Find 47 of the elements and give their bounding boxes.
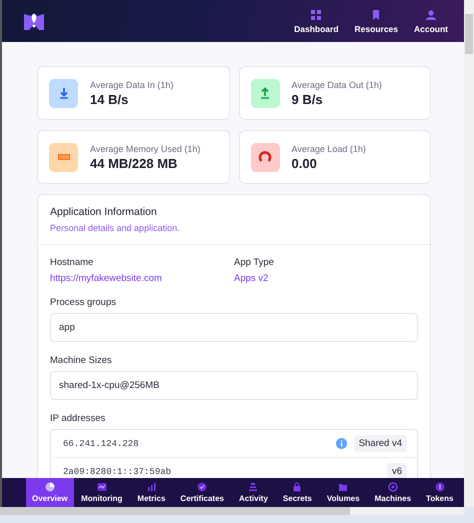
logo-icon (22, 11, 46, 31)
field-label: App Type (234, 257, 275, 268)
nav-link[interactable]: Account (414, 8, 448, 34)
chart-icon (96, 482, 107, 492)
stat-label: Average Memory Used (1h) (90, 144, 200, 154)
nav-tab[interactable]: Volumes (319, 478, 368, 507)
stat-value: 0.00 (292, 156, 318, 170)
lock-icon (292, 482, 302, 492)
stat-value: 44 MB/228 MB (90, 156, 178, 170)
field-label: IP addresses (50, 413, 106, 424)
nav-tab[interactable]: Overview (26, 478, 74, 507)
value-field: shared-1x-cpu@256MB (50, 371, 418, 400)
pie-chart-icon (44, 482, 55, 492)
grid-icon (310, 8, 322, 20)
stat-value: 9 B/s (292, 92, 324, 106)
nav-tab[interactable]: Tokens (418, 478, 461, 507)
scrollbar[interactable] (464, 0, 474, 507)
ip-address: 66.241.124.228 (63, 438, 139, 448)
nav-tab[interactable]: Monitoring (74, 478, 130, 507)
field-label: Hostname (50, 257, 94, 268)
nav-tab[interactable]: Secrets (275, 478, 320, 507)
field-label: Process groups (50, 297, 118, 308)
person-icon (425, 8, 437, 20)
nav-tab[interactable]: Certificates (172, 478, 232, 507)
bar-chart-icon (146, 482, 156, 492)
link[interactable]: https://myfakewebsite.com (50, 273, 234, 284)
stack-icon (248, 482, 258, 492)
panel-subtitle: Personal details and application. (50, 223, 181, 233)
stat-label: Average Data In (1h) (90, 80, 174, 90)
nav-tab[interactable]: Metrics (130, 478, 173, 507)
value-field: app (50, 313, 418, 342)
token-icon (434, 482, 445, 492)
panel-title: Application Information (50, 206, 158, 218)
folder-icon (338, 482, 348, 492)
stat-label: Average Load (1h) (292, 144, 366, 154)
field-label: Machine Sizes (50, 355, 113, 366)
link[interactable]: Apps v2 (234, 273, 418, 284)
nav-tab[interactable]: Activity (232, 478, 276, 507)
nav-link[interactable]: Resources (354, 8, 398, 34)
nav-tab[interactable]: Machines (367, 478, 419, 507)
tag: Shared v4 (354, 435, 407, 452)
stat-label: Average Data Out (1h) (292, 80, 382, 90)
badge-check-icon (197, 482, 208, 492)
scrollbar[interactable] (0, 507, 464, 515)
ip-address: 2a09:8280:1::37:59ab (63, 466, 172, 476)
nav-link[interactable]: Dashboard (294, 8, 339, 34)
stat-value: 14 B/s (90, 92, 130, 106)
